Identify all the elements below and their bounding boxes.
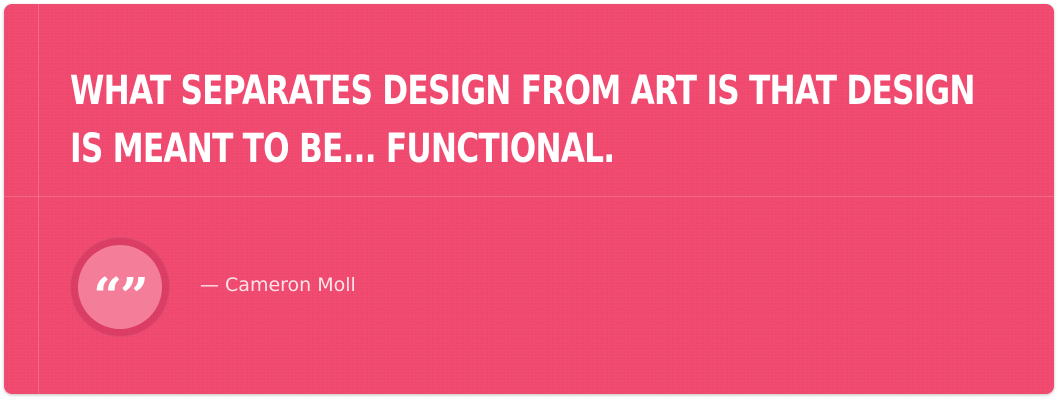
quote-line-1: WHAT SEPARATES DESIGN FROM ART IS THAT D… [70, 68, 975, 114]
quotation-marks-icon: “” [93, 266, 149, 325]
quote-badge: “” [70, 237, 170, 337]
quote-card: WHAT SEPARATES DESIGN FROM ART IS THAT D… [4, 4, 1054, 394]
quote-badge-inner: “” [78, 245, 162, 329]
quote-line-2: IS MEANT TO BE... FUNCTIONAL. [70, 126, 615, 172]
quote-author: — Cameron Moll [200, 274, 356, 296]
vertical-divider [38, 4, 39, 394]
horizontal-divider [4, 196, 1054, 197]
quote-text: WHAT SEPARATES DESIGN FROM ART IS THAT D… [70, 62, 975, 178]
